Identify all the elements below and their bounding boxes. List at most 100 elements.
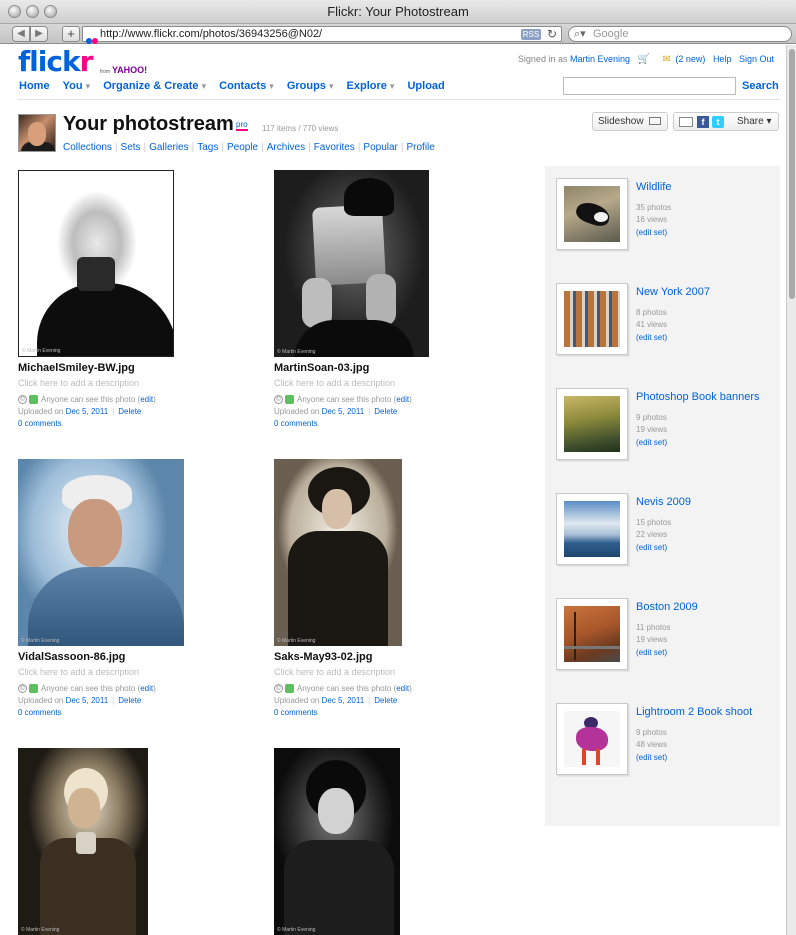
nav-organize-label: Organize & Create xyxy=(103,80,199,92)
edit-visibility-link[interactable]: edit xyxy=(396,684,409,693)
site-search-input[interactable] xyxy=(563,77,736,95)
set-title[interactable]: New York 2007 xyxy=(636,286,710,298)
cart-icon[interactable]: 🛒 xyxy=(638,54,650,65)
search-icon: ⌕▾ xyxy=(574,28,586,40)
nav-organize[interactable]: Organize & Create ▾ xyxy=(103,80,206,92)
photo-thumbnail[interactable]: © Martin Evening xyxy=(18,748,148,935)
subnav-archives[interactable]: Archives xyxy=(267,142,305,153)
rss-button[interactable]: RSS xyxy=(521,29,541,40)
photo-description-placeholder[interactable]: Click here to add a description xyxy=(274,667,504,677)
set-thumbnail[interactable] xyxy=(556,703,628,775)
vertical-scrollbar[interactable] xyxy=(786,45,796,935)
nav-groups[interactable]: Groups ▾ xyxy=(287,80,334,92)
set-title[interactable]: Lightroom 2 Book shoot xyxy=(636,706,752,718)
add-bookmark-button[interactable]: + xyxy=(62,26,80,42)
upload-date-link[interactable]: Dec 5, 2011 xyxy=(66,407,109,416)
new-mail-link[interactable]: (2 new) xyxy=(675,54,705,64)
comments-link[interactable]: 0 comments xyxy=(18,708,248,717)
mail-icon[interactable]: ✉ xyxy=(663,54,671,65)
photo-description-placeholder[interactable]: Click here to add a description xyxy=(18,378,248,388)
share-button[interactable]: Share ▾ xyxy=(737,116,771,127)
back-button[interactable]: ◀ xyxy=(12,26,30,42)
edit-set-link[interactable]: (edit set) xyxy=(636,753,667,762)
photo-thumbnail[interactable]: © Martin Evening xyxy=(18,170,174,357)
reload-icon[interactable]: ↻ xyxy=(547,27,557,41)
sign-out-link[interactable]: Sign Out xyxy=(739,54,774,64)
photo-meta: VidalSassoon-86.jpg Click here to add a … xyxy=(18,651,248,717)
edit-set-link[interactable]: (edit set) xyxy=(636,333,667,342)
upload-date-link[interactable]: Dec 5, 2011 xyxy=(322,407,365,416)
delete-link[interactable]: Delete xyxy=(374,696,397,705)
photo-title[interactable]: MichaelSmiley-BW.jpg xyxy=(18,362,248,374)
nav-contacts[interactable]: Contacts ▾ xyxy=(219,80,274,92)
set-thumbnail[interactable] xyxy=(556,178,628,250)
set-thumbnail[interactable] xyxy=(556,598,628,670)
photo-thumbnail[interactable]: © Martin Evening xyxy=(274,459,402,646)
user-name-link[interactable]: Martin Evening xyxy=(570,54,630,64)
copyright-icon: © xyxy=(18,684,27,694)
photo-thumbnail[interactable]: © Martin Evening xyxy=(274,748,400,935)
upload-date-link[interactable]: Dec 5, 2011 xyxy=(322,696,365,705)
comments-link[interactable]: 0 comments xyxy=(274,419,504,428)
pro-badge[interactable]: pro xyxy=(236,120,248,131)
subnav-favorites[interactable]: Favorites xyxy=(314,142,355,153)
delete-link[interactable]: Delete xyxy=(374,407,397,416)
nav-explore[interactable]: Explore ▾ xyxy=(347,80,395,92)
photo-title[interactable]: Saks-May93-02.jpg xyxy=(274,651,504,663)
subnav-tags[interactable]: Tags xyxy=(197,142,218,153)
slideshow-button[interactable]: Slideshow xyxy=(592,112,668,131)
edit-set-link[interactable]: (edit set) xyxy=(636,543,667,552)
edit-set-link[interactable]: (edit set) xyxy=(636,438,667,447)
browser-search-field[interactable]: ⌕▾ Google xyxy=(568,26,792,42)
photo-title[interactable]: MartinSoan-03.jpg xyxy=(274,362,504,374)
subnav-collections[interactable]: Collections xyxy=(63,142,112,153)
nav-home[interactable]: Home xyxy=(19,80,50,92)
nav-you[interactable]: You ▾ xyxy=(63,80,91,92)
set-thumbnail[interactable] xyxy=(556,493,628,565)
avatar[interactable] xyxy=(18,114,56,152)
set-title[interactable]: Boston 2009 xyxy=(636,601,698,613)
subnav-sets[interactable]: Sets xyxy=(121,142,141,153)
edit-visibility-link[interactable]: edit xyxy=(140,684,153,693)
set-title[interactable]: Photoshop Book banners xyxy=(636,391,760,403)
subnav-profile[interactable]: Profile xyxy=(407,142,435,153)
edit-set-link[interactable]: (edit set) xyxy=(636,228,667,237)
subnav-galleries[interactable]: Galleries xyxy=(149,142,188,153)
photo-description-placeholder[interactable]: Click here to add a description xyxy=(18,667,248,677)
flickr-logo[interactable]: flickr xyxy=(18,46,93,78)
upload-date-link[interactable]: Dec 5, 2011 xyxy=(66,696,109,705)
set-title[interactable]: Nevis 2009 xyxy=(636,496,691,508)
nav-you-label: You xyxy=(62,80,83,92)
window-title: Flickr: Your Photostream xyxy=(327,4,469,19)
site-search-button[interactable]: Search xyxy=(742,80,779,92)
copyright-icon: © xyxy=(274,684,283,694)
delete-link[interactable]: Delete xyxy=(118,696,141,705)
nav-upload[interactable]: Upload xyxy=(407,80,444,92)
copyright-icon: © xyxy=(274,395,283,405)
nav-groups-label: Groups xyxy=(286,80,326,92)
facebook-icon[interactable]: f xyxy=(697,116,709,128)
comments-link[interactable]: 0 comments xyxy=(18,419,248,428)
edit-visibility-link[interactable]: edit xyxy=(140,395,153,404)
set-title[interactable]: Wildlife xyxy=(636,181,671,193)
sets-sidebar: Wildlife 35 photos 16 views (edit set) N… xyxy=(545,166,780,826)
photo-title[interactable]: VidalSassoon-86.jpg xyxy=(18,651,248,663)
photo-description-placeholder[interactable]: Click here to add a description xyxy=(274,378,504,388)
forward-arrow-icon: ▶ xyxy=(35,28,43,39)
address-bar[interactable]: http://www.flickr.com/photos/36943256@N0… xyxy=(82,26,562,44)
scrollbar-thumb[interactable] xyxy=(789,49,795,299)
set-thumbnail[interactable] xyxy=(556,388,628,460)
photo-thumbnail[interactable]: © Martin Evening xyxy=(18,459,184,646)
comments-link[interactable]: 0 comments xyxy=(274,708,504,717)
edit-set-link[interactable]: (edit set) xyxy=(636,648,667,657)
twitter-icon[interactable]: t xyxy=(712,116,724,128)
delete-link[interactable]: Delete xyxy=(118,407,141,416)
subnav-popular[interactable]: Popular xyxy=(363,142,397,153)
subnav-people[interactable]: People xyxy=(227,142,258,153)
photo-thumbnail[interactable]: © Martin Evening xyxy=(274,170,429,357)
email-icon[interactable] xyxy=(679,117,693,127)
set-thumbnail[interactable] xyxy=(556,283,628,355)
edit-visibility-link[interactable]: edit xyxy=(396,395,409,404)
forward-button[interactable]: ▶ xyxy=(30,26,48,42)
help-link[interactable]: Help xyxy=(713,54,732,64)
